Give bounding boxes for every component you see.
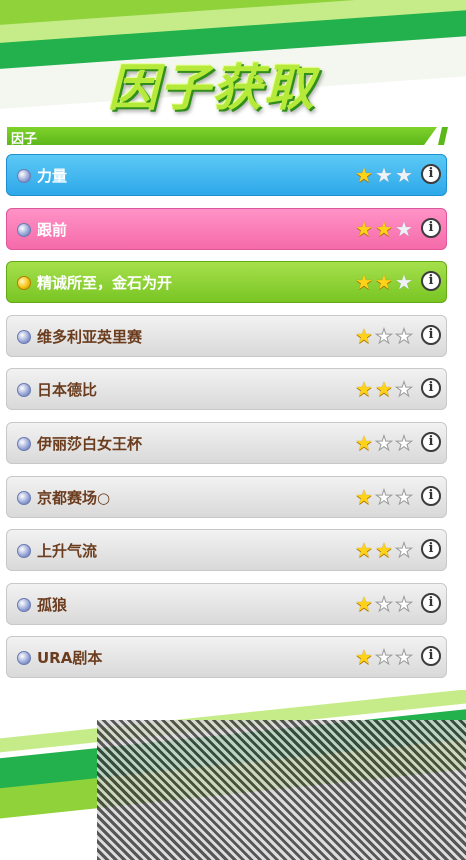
footer-decoration: [0, 690, 466, 860]
info-icon[interactable]: i: [421, 164, 441, 184]
factor-row[interactable]: 上升气流 ★ ★ ★ i: [6, 529, 447, 571]
star-empty-icon: ★: [375, 485, 394, 510]
star-rating: ★ ★ ★: [354, 592, 414, 617]
star-rating: ★ ★ ★: [354, 217, 414, 241]
info-icon[interactable]: i: [421, 378, 441, 398]
star-rating: ★ ★ ★: [354, 538, 414, 563]
star-empty-icon: ★: [395, 270, 413, 294]
star-empty-icon: ★: [395, 163, 413, 187]
factor-name: 日本德比: [37, 381, 98, 399]
factor-row[interactable]: 伊丽莎白女王杯 ★ ★ ★ i: [6, 422, 447, 464]
star-empty-icon: ★: [375, 163, 393, 187]
factor-name: 孤狼: [37, 596, 68, 614]
star-empty-icon: ★: [375, 592, 394, 617]
star-empty-icon: ★: [395, 324, 414, 349]
bullet-icon: [17, 330, 31, 344]
star-filled-icon: ★: [355, 431, 373, 455]
star-filled-icon: ★: [375, 377, 393, 401]
factor-row[interactable]: URA剧本 ★ ★ ★ i: [6, 636, 447, 678]
factor-name: 跟前: [37, 221, 68, 239]
star-empty-icon: ★: [395, 377, 414, 402]
star-filled-icon: ★: [375, 538, 393, 562]
star-empty-icon: ★: [395, 217, 413, 241]
star-filled-icon: ★: [355, 485, 373, 509]
star-empty-icon: ★: [375, 431, 394, 456]
header-banner: 因子获取: [0, 0, 466, 130]
factor-row[interactable]: 力量 ★ ★ ★ i: [6, 154, 447, 196]
bullet-icon: [17, 169, 31, 183]
blurred-region: [97, 720, 466, 860]
section-header: 因子: [7, 127, 437, 145]
star-filled-icon: ★: [375, 270, 393, 294]
bullet-icon: [17, 383, 31, 397]
star-filled-icon: ★: [355, 217, 373, 241]
info-icon[interactable]: i: [421, 593, 441, 613]
info-icon[interactable]: i: [421, 539, 441, 559]
bullet-icon: [17, 544, 31, 558]
star-rating: ★ ★ ★: [354, 324, 414, 349]
star-filled-icon: ★: [355, 377, 373, 401]
star-rating: ★ ★ ★: [354, 645, 414, 670]
section-label: 因子: [11, 132, 38, 147]
star-rating: ★ ★ ★: [354, 485, 414, 510]
info-icon[interactable]: i: [421, 218, 441, 238]
factor-name: 京都赛场○: [37, 489, 111, 507]
bullet-icon: [17, 491, 31, 505]
info-icon[interactable]: i: [421, 646, 441, 666]
page-title: 因子获取: [108, 59, 316, 117]
factor-name: 维多利亚英里赛: [37, 328, 143, 346]
factor-name: 上升气流: [37, 542, 98, 560]
info-icon[interactable]: i: [421, 271, 441, 291]
factor-row[interactable]: 维多利亚英里赛 ★ ★ ★ i: [6, 315, 447, 357]
info-icon[interactable]: i: [421, 325, 441, 345]
factor-row[interactable]: 精诚所至，金石为开 ★ ★ ★ i: [6, 261, 447, 303]
info-icon[interactable]: i: [421, 486, 441, 506]
factor-row[interactable]: 孤狼 ★ ★ ★ i: [6, 583, 447, 625]
bullet-icon: [17, 598, 31, 612]
star-filled-icon: ★: [355, 324, 373, 348]
star-empty-icon: ★: [375, 324, 394, 349]
factor-name: 伊丽莎白女王杯: [37, 435, 143, 453]
star-rating: ★ ★ ★: [354, 270, 414, 294]
star-filled-icon: ★: [355, 270, 373, 294]
star-empty-icon: ★: [395, 592, 414, 617]
star-filled-icon: ★: [355, 592, 373, 616]
star-filled-icon: ★: [355, 645, 373, 669]
bullet-icon: [17, 437, 31, 451]
factor-row[interactable]: 京都赛场○ ★ ★ ★ i: [6, 476, 447, 518]
star-filled-icon: ★: [355, 538, 373, 562]
star-filled-icon: ★: [355, 163, 373, 187]
star-rating: ★ ★ ★: [354, 377, 414, 402]
star-empty-icon: ★: [395, 431, 414, 456]
star-rating: ★ ★ ★: [354, 163, 414, 187]
bullet-icon: [17, 223, 31, 237]
star-empty-icon: ★: [395, 538, 414, 563]
factor-row[interactable]: 日本德比 ★ ★ ★ i: [6, 368, 447, 410]
bullet-icon: [17, 276, 31, 290]
star-filled-icon: ★: [375, 217, 393, 241]
factor-name: URA剧本: [37, 649, 103, 667]
star-empty-icon: ★: [395, 485, 414, 510]
star-rating: ★ ★ ★: [354, 431, 414, 456]
factor-row[interactable]: 跟前 ★ ★ ★ i: [6, 208, 447, 250]
star-empty-icon: ★: [395, 645, 414, 670]
bullet-icon: [17, 651, 31, 665]
star-empty-icon: ★: [375, 645, 394, 670]
factor-name: 精诚所至，金石为开: [37, 274, 173, 292]
factor-name: 力量: [37, 167, 68, 185]
info-icon[interactable]: i: [421, 432, 441, 452]
